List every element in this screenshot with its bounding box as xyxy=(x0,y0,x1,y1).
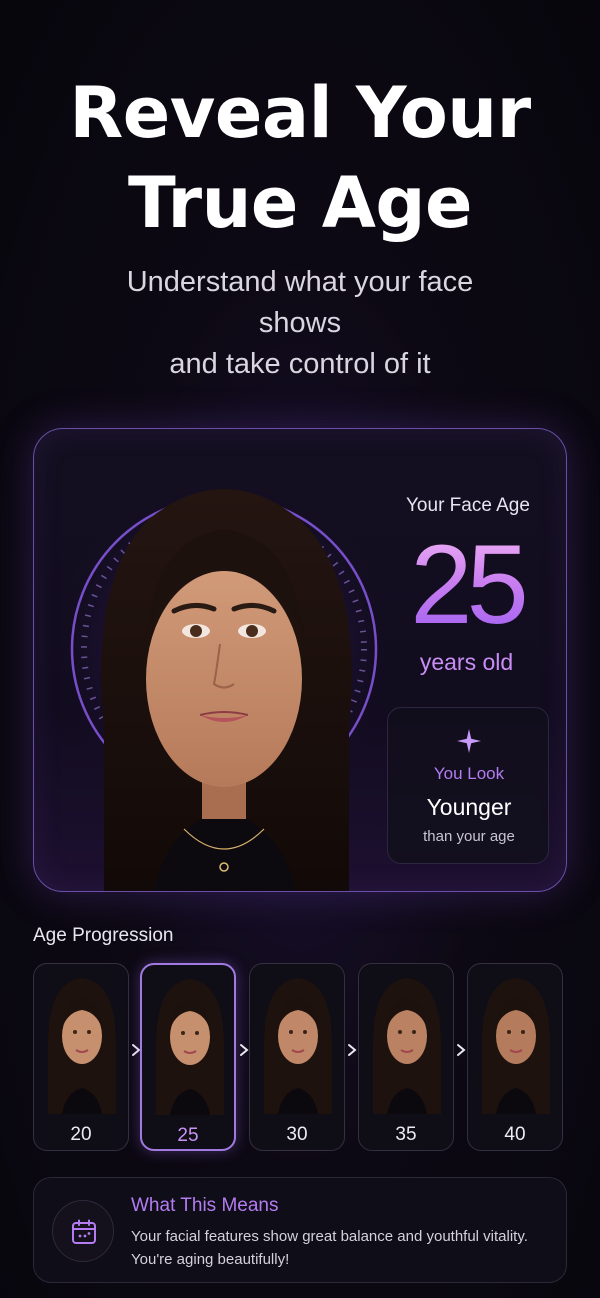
chevron-right-icon xyxy=(457,1044,466,1056)
verdict-prefix: You Look xyxy=(433,764,505,783)
hero-title: Reveal Your True Age xyxy=(0,68,600,248)
age-number: 40 xyxy=(504,1124,526,1145)
face-age-value: 25 xyxy=(374,521,559,649)
calendar-glyph xyxy=(72,1219,96,1244)
age-thumbnail xyxy=(373,978,441,1114)
age-thumbnail xyxy=(264,978,332,1114)
verdict-suffix: than your age xyxy=(423,828,515,845)
calendar-icon xyxy=(52,1200,114,1262)
age-number: 30 xyxy=(286,1124,308,1145)
portrait-image xyxy=(54,479,394,891)
age-tile-30[interactable]: 30 xyxy=(249,963,345,1151)
age-progression-row: 20 25 30 35 40 xyxy=(33,963,567,1153)
age-number-selected: 25 xyxy=(177,1125,199,1146)
hero-subtitle-line-2: shows xyxy=(258,307,342,339)
age-thumbnail xyxy=(156,979,224,1115)
age-thumbnail xyxy=(48,978,116,1114)
meaning-body: Your facial features show great balance … xyxy=(131,1228,528,1268)
hero-title-line-2: True Age xyxy=(127,162,473,244)
age-tile-35[interactable]: 35 xyxy=(358,963,454,1151)
hero-subtitle-line-1: Understand what your face xyxy=(126,266,474,298)
age-thumbnail xyxy=(482,978,550,1114)
verdict-word: Younger xyxy=(426,794,512,820)
hero-subtitle-line-3: and take control of it xyxy=(169,348,431,380)
portrait-area xyxy=(34,429,414,891)
face-age-unit: years old xyxy=(419,649,514,675)
sparkle-icon xyxy=(457,729,481,753)
age-tile-25[interactable]: 25 xyxy=(140,963,236,1151)
age-tile-40[interactable]: 40 xyxy=(467,963,563,1151)
chevron-right-icon xyxy=(348,1044,357,1056)
verdict-card: You Look Younger than your age xyxy=(387,707,549,864)
age-number: 20 xyxy=(70,1124,92,1145)
age-progression-label: Age Progression xyxy=(33,925,174,946)
what-this-means-card: What This Means Your facial features sho… xyxy=(33,1177,567,1283)
face-age-result-card: Your Face Age 25 years old You Look Youn… xyxy=(33,428,567,892)
hero-subtitle: Understand what your face shows and take… xyxy=(60,262,540,385)
age-tile-20[interactable]: 20 xyxy=(33,963,129,1151)
meaning-title: What This Means xyxy=(131,1195,279,1216)
hero-title-line-1: Reveal Your xyxy=(69,72,531,154)
face-age-label: Your Face Age xyxy=(406,495,530,516)
age-number: 35 xyxy=(395,1124,417,1145)
